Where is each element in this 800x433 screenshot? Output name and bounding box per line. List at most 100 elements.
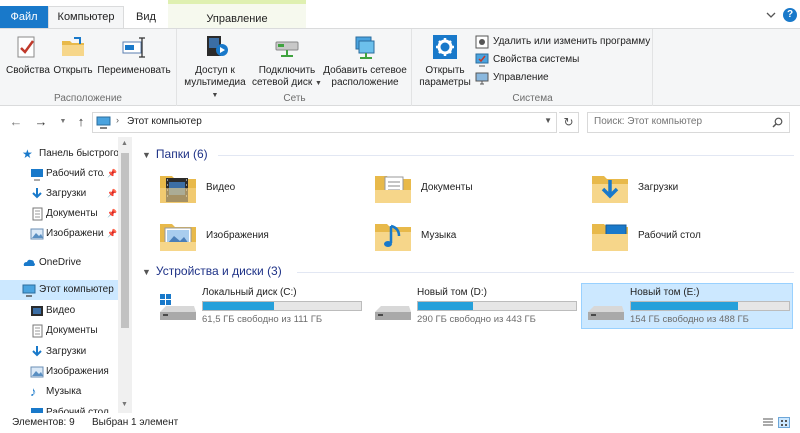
nav-downloads[interactable]: Загрузки bbox=[0, 342, 118, 362]
chevron-down-icon[interactable]: ▼ bbox=[544, 116, 552, 125]
uninstall-program-button[interactable]: Удалить или изменить программу bbox=[475, 33, 650, 50]
uninstall-icon bbox=[475, 35, 489, 49]
search-box[interactable] bbox=[587, 112, 790, 133]
media-access-button[interactable]: Доступ к мультимедиа ▼ bbox=[182, 33, 248, 102]
forward-button[interactable]: → bbox=[33, 114, 49, 130]
devices-section-header[interactable]: ▼ Устройства и диски (3) bbox=[142, 264, 282, 278]
nav-label: Загрузки bbox=[46, 346, 87, 357]
uninstall-label: Удалить или изменить программу bbox=[493, 36, 651, 47]
manage-button[interactable]: Управление bbox=[475, 69, 549, 86]
breadcrumb-separator-icon[interactable]: › bbox=[116, 115, 119, 125]
folder-downloads[interactable]: Загрузки bbox=[590, 168, 800, 212]
map-network-drive-button[interactable]: Подключить сетевой диск ▼ bbox=[252, 33, 322, 90]
add-location-label-1: Добавить сетевое bbox=[323, 65, 407, 76]
computer-management-icon bbox=[475, 72, 489, 85]
nav-music[interactable]: ♪ Музыка bbox=[0, 382, 118, 402]
drive-d[interactable]: Новый том (D:) 290 ГБ свободно из 443 ГБ bbox=[369, 284, 581, 330]
video-icon bbox=[31, 306, 43, 316]
search-input[interactable] bbox=[594, 116, 764, 127]
nav-videos[interactable]: Видео bbox=[0, 301, 118, 321]
nav-onedrive[interactable]: OneDrive bbox=[0, 253, 118, 273]
tab-manage[interactable]: Управление bbox=[168, 0, 306, 28]
drive-e[interactable]: Новый том (E:) 154 ГБ свободно из 488 ГБ bbox=[581, 283, 793, 329]
drive-c[interactable]: Локальный диск (C:) 61,5 ГБ свободно из … bbox=[154, 284, 366, 330]
properties-button[interactable]: Свойства bbox=[6, 33, 50, 77]
refresh-button[interactable]: ↻ bbox=[559, 112, 579, 133]
open-settings-label-1: Открыть bbox=[425, 65, 465, 76]
up-button[interactable]: ↑ bbox=[73, 114, 89, 130]
open-button[interactable]: Открыть bbox=[52, 33, 94, 77]
pin-icon[interactable]: 📌 bbox=[107, 224, 117, 244]
this-pc-icon bbox=[96, 116, 111, 129]
download-icon bbox=[32, 346, 42, 357]
map-drive-label-2: сетевой диск bbox=[252, 77, 313, 88]
folder-pictures-icon bbox=[160, 224, 196, 251]
nav-quick-access[interactable]: ★ Панель быстрого доступа bbox=[0, 144, 132, 164]
nav-this-pc[interactable]: Этот компьютер bbox=[0, 280, 118, 300]
open-settings-label-2: параметры bbox=[419, 77, 471, 88]
pin-icon[interactable]: 📌 bbox=[107, 184, 117, 204]
tab-computer[interactable]: Компьютер bbox=[48, 6, 124, 28]
drive-usage-fill bbox=[203, 302, 275, 310]
folder-music[interactable]: Музыка bbox=[373, 216, 583, 260]
system-properties-button[interactable]: Свойства системы bbox=[475, 51, 579, 68]
recent-locations-button[interactable]: ▼ bbox=[55, 114, 71, 130]
nav-label: Изображения bbox=[46, 366, 109, 377]
nav-label: OneDrive bbox=[39, 257, 82, 268]
scroll-down-icon[interactable]: ▼ bbox=[121, 401, 128, 408]
system-properties-label: Свойства системы bbox=[493, 54, 580, 65]
address-bar[interactable]: › Этот компьютер ▼ bbox=[92, 112, 557, 133]
back-button[interactable]: ← bbox=[8, 114, 24, 130]
search-icon[interactable] bbox=[772, 117, 783, 128]
nav-pictures-pinned[interactable]: Изображения 📌 bbox=[0, 224, 118, 244]
drive-name: Новый том (E:) bbox=[630, 287, 700, 298]
chevron-down-icon[interactable]: ▼ bbox=[142, 150, 151, 160]
folder-desktop[interactable]: Рабочий стол bbox=[590, 216, 800, 260]
drive-name: Локальный диск (C:) bbox=[202, 287, 297, 298]
folder-pictures[interactable]: Изображения bbox=[158, 216, 368, 260]
open-settings-button[interactable]: Открыть параметры bbox=[419, 33, 471, 89]
ribbon-group-location: Свойства Открыть Переименовать Расположе… bbox=[0, 29, 177, 106]
scroll-up-icon[interactable]: ▲ bbox=[121, 140, 128, 147]
pin-icon[interactable]: 📌 bbox=[107, 164, 117, 184]
this-pc-icon bbox=[22, 284, 36, 297]
download-icon bbox=[32, 188, 42, 199]
nav-documents[interactable]: Документы bbox=[0, 321, 118, 341]
folder-documents[interactable]: Документы bbox=[373, 168, 583, 212]
nav-documents-pinned[interactable]: Документы 📌 bbox=[0, 204, 118, 224]
rename-label: Переименовать bbox=[97, 65, 171, 76]
add-network-location-button[interactable]: Добавить сетевое расположение bbox=[322, 33, 408, 89]
rename-button[interactable]: Переименовать bbox=[96, 33, 172, 77]
chevron-down-icon[interactable] bbox=[765, 9, 777, 21]
nav-desktop-pinned[interactable]: Рабочий стол 📌 bbox=[0, 164, 118, 184]
scrollbar-thumb[interactable] bbox=[121, 153, 129, 328]
breadcrumb[interactable]: Этот компьютер bbox=[127, 116, 202, 127]
pin-icon[interactable]: 📌 bbox=[107, 204, 117, 224]
navigation-scrollbar[interactable]: ▲ ▼ bbox=[118, 137, 132, 413]
nav-downloads-pinned[interactable]: Загрузки 📌 bbox=[0, 184, 118, 204]
media-access-label-2: мультимедиа bbox=[184, 77, 246, 88]
help-button[interactable]: ? bbox=[783, 8, 797, 22]
large-icons-view-icon[interactable] bbox=[778, 417, 790, 428]
drive-free-space: 154 ГБ свободно из 488 ГБ bbox=[630, 314, 749, 325]
arrow-left-icon: ← bbox=[9, 114, 23, 129]
navigation-pane: ★ Панель быстрого доступа Рабочий стол 📌… bbox=[0, 137, 132, 413]
ribbon-group-network: Доступ к мультимедиа ▼ Подключить сетево… bbox=[178, 29, 412, 106]
tab-view[interactable]: Вид bbox=[124, 7, 168, 28]
nav-label: Видео bbox=[46, 305, 76, 316]
open-label: Открыть bbox=[53, 65, 93, 76]
folder-open-icon bbox=[62, 37, 84, 56]
details-view-icon[interactable] bbox=[762, 417, 774, 428]
drive-name: Новый том (D:) bbox=[417, 287, 487, 298]
folder-videos[interactable]: Видео bbox=[158, 168, 368, 212]
arrow-up-icon: ↑ bbox=[77, 114, 85, 129]
nav-pictures[interactable]: Изображения bbox=[0, 362, 118, 382]
folder-name: Изображения bbox=[206, 230, 269, 241]
cloud-icon bbox=[23, 259, 35, 266]
tab-file[interactable]: Файл bbox=[0, 6, 48, 28]
nav-label: Музыка bbox=[46, 386, 82, 397]
chevron-down-icon[interactable]: ▼ bbox=[142, 267, 151, 277]
nav-desktop[interactable]: Рабочий стол bbox=[0, 403, 118, 413]
folders-header-label: Папки (6) bbox=[155, 147, 208, 161]
folders-section-header[interactable]: ▼ Папки (6) bbox=[142, 147, 208, 161]
